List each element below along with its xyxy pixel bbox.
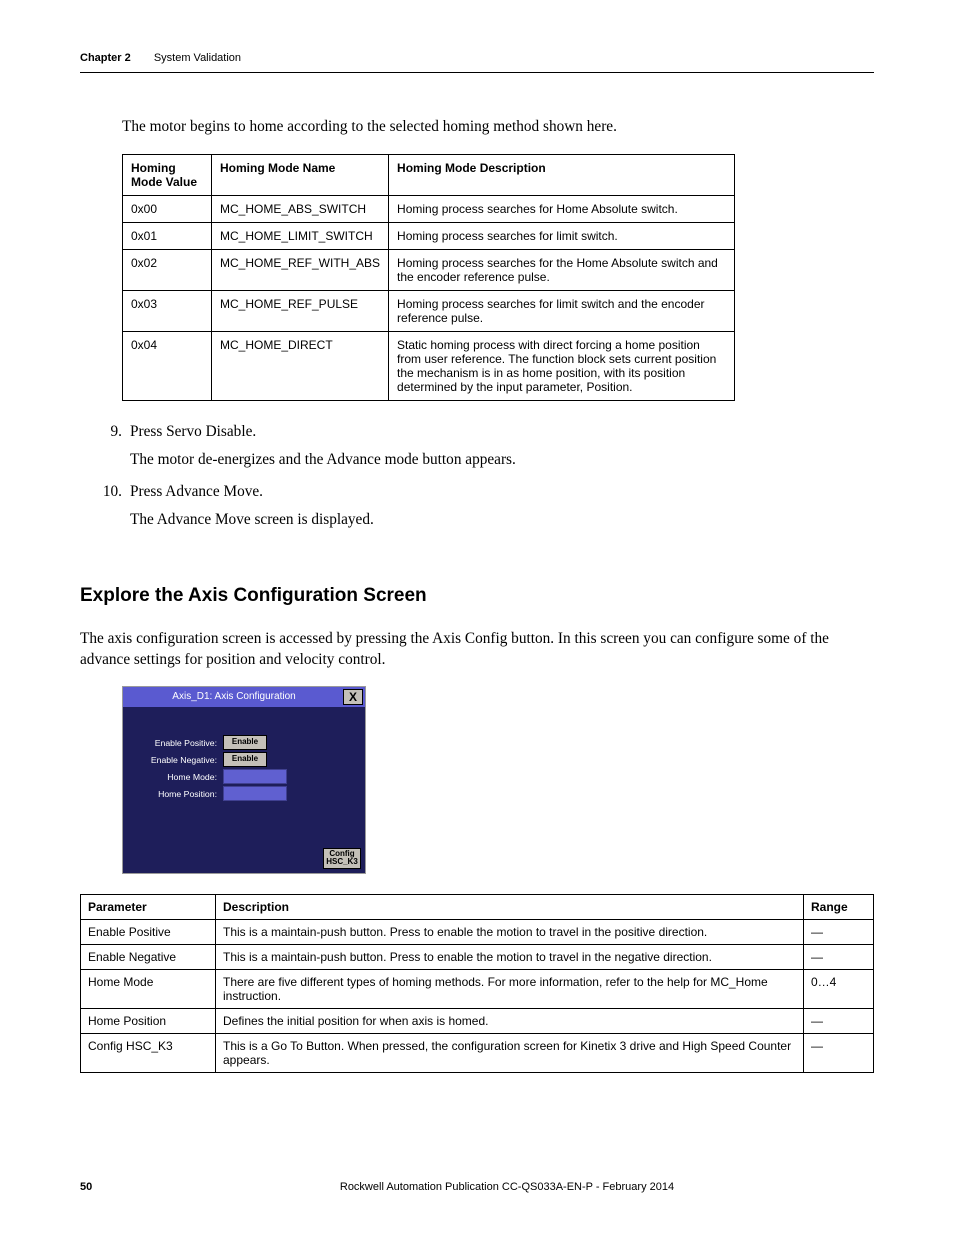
th-parameter: Parameter [81, 895, 216, 920]
homing-mode-table: Homing Mode Value Homing Mode Name Homin… [122, 154, 735, 401]
config-btn-line2: HSC_K3 [326, 857, 358, 866]
label-enable-positive: Enable Positive: [135, 738, 223, 748]
th-homing-value: Homing Mode Value [123, 155, 212, 196]
label-enable-negative: Enable Negative: [135, 755, 223, 765]
page-footer: 50 Rockwell Automation Publication CC-QS… [80, 1181, 874, 1193]
table-row: 0x00MC_HOME_ABS_SWITCHHoming process sea… [123, 196, 735, 223]
step-number: 9. [94, 423, 122, 477]
step-number: 10. [94, 483, 122, 537]
th-homing-name: Homing Mode Name [212, 155, 389, 196]
label-home-mode: Home Mode: [135, 772, 223, 782]
th-homing-desc: Homing Mode Description [389, 155, 735, 196]
th-range: Range [804, 895, 874, 920]
parameter-table: Parameter Description Range Enable Posit… [80, 894, 874, 1073]
table-row: Enable PositiveThis is a maintain-push b… [81, 920, 874, 945]
th-description: Description [216, 895, 804, 920]
step-line: Press Advance Move. [130, 483, 374, 501]
step-line: The motor de-energizes and the Advance m… [130, 451, 516, 469]
config-hsc-k3-button[interactable]: Config HSC_K3 [323, 848, 361, 870]
table-row: Enable NegativeThis is a maintain-push b… [81, 945, 874, 970]
step-9: 9. Press Servo Disable. The motor de-ene… [94, 423, 874, 477]
enable-negative-button[interactable]: Enable [223, 752, 267, 767]
config-btn-line1: Config [329, 849, 354, 858]
page-number: 50 [80, 1181, 140, 1193]
running-header: Chapter 2 System Validation [80, 52, 874, 73]
window-titlebar: Axis_D1: Axis Configuration X [123, 687, 365, 707]
home-mode-field[interactable] [223, 769, 287, 784]
step-10: 10. Press Advance Move. The Advance Move… [94, 483, 874, 537]
table-row: 0x04MC_HOME_DIRECTStatic homing process … [123, 332, 735, 401]
window-title: Axis_D1: Axis Configuration [125, 689, 343, 705]
body-paragraph: The axis configuration screen is accesse… [80, 629, 874, 670]
table-row: 0x01MC_HOME_LIMIT_SWITCHHoming process s… [123, 223, 735, 250]
table-row: 0x02MC_HOME_REF_WITH_ABSHoming process s… [123, 250, 735, 291]
chapter-label: Chapter 2 [80, 52, 131, 64]
axis-config-screenshot: Axis_D1: Axis Configuration X Enable Pos… [122, 686, 366, 874]
table-row: 0x03MC_HOME_REF_PULSEHoming process sear… [123, 291, 735, 332]
table-row: Home ModeThere are five different types … [81, 970, 874, 1009]
table-row: Config HSC_K3This is a Go To Button. Whe… [81, 1034, 874, 1073]
section-heading: Explore the Axis Configuration Screen [80, 585, 874, 607]
intro-paragraph: The motor begins to home according to th… [122, 118, 874, 136]
step-line: The Advance Move screen is displayed. [130, 511, 374, 529]
enable-positive-button[interactable]: Enable [223, 735, 267, 750]
step-line: Press Servo Disable. [130, 423, 516, 441]
home-position-field[interactable] [223, 786, 287, 801]
close-icon[interactable]: X [343, 689, 363, 705]
label-home-position: Home Position: [135, 789, 223, 799]
section-label: System Validation [154, 52, 241, 64]
publication-info: Rockwell Automation Publication CC-QS033… [140, 1181, 874, 1193]
table-row: Home PositionDefines the initial positio… [81, 1009, 874, 1034]
